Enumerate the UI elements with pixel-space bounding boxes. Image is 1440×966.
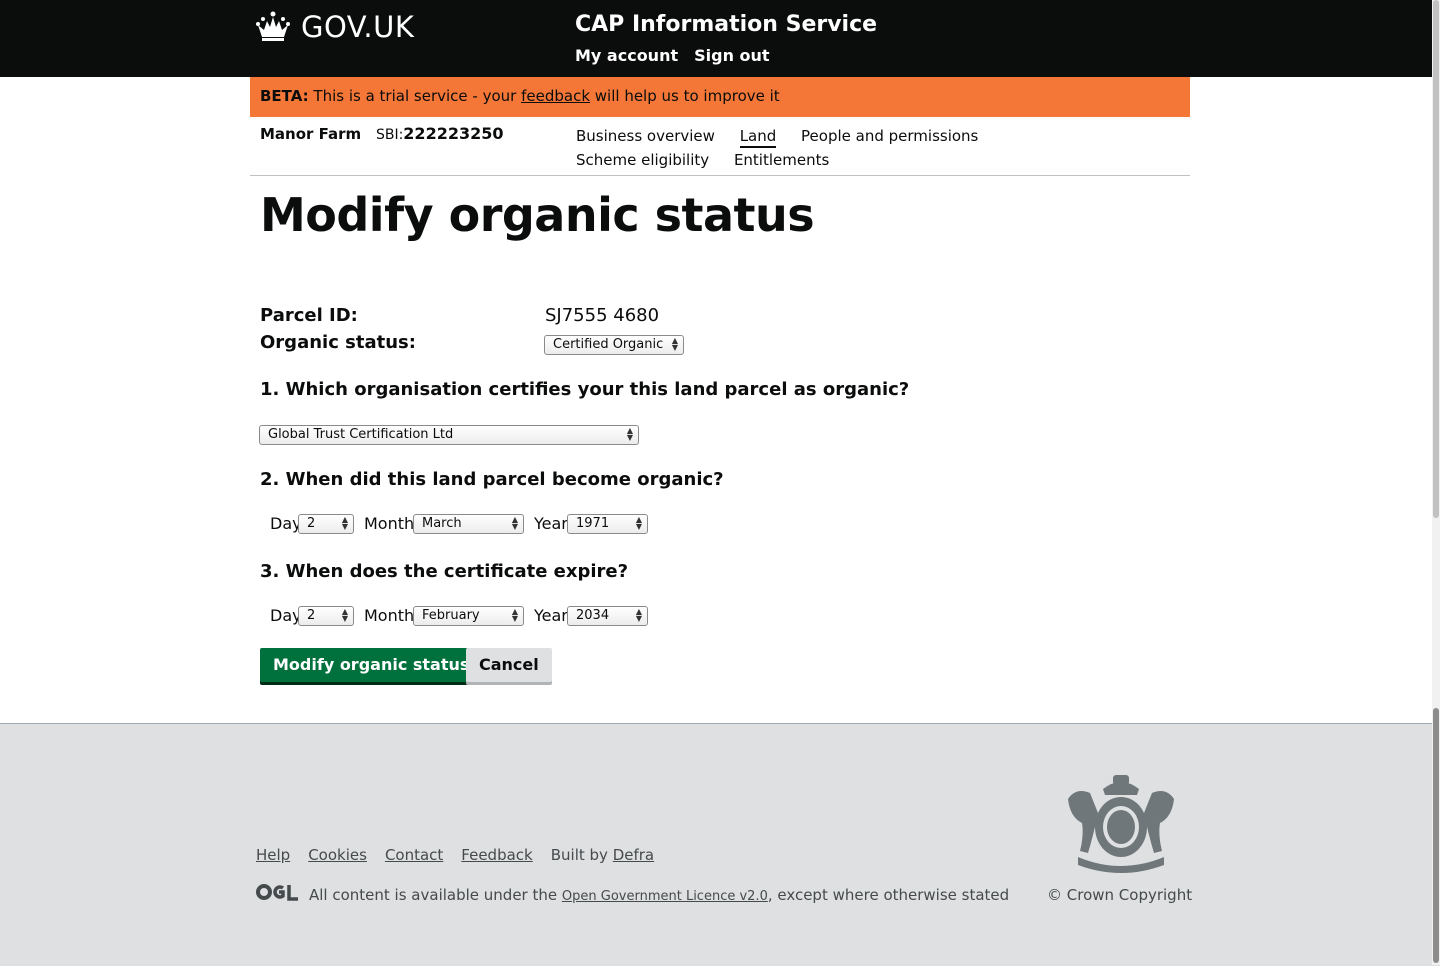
- crown-copyright-link[interactable]: © Crown Copyright: [1047, 886, 1192, 904]
- certifier-select[interactable]: Global Trust Certification Ltd ▲ ▼: [259, 425, 639, 445]
- beta-text-after: will help us to improve it: [594, 87, 780, 105]
- built-by: Built by Defra: [551, 846, 654, 864]
- royal-crest-icon: [1068, 775, 1174, 873]
- ogl-link[interactable]: Open Government Licence v2.0: [562, 889, 768, 904]
- header-nav: My account Sign out: [575, 46, 770, 65]
- select-arrows-icon: ▲ ▼: [341, 515, 348, 531]
- site-header: GOV.UK CAP Information Service My accoun…: [0, 0, 1440, 77]
- expiry-year-select[interactable]: 2034 ▲ ▼: [567, 606, 648, 626]
- sbi-number: 222223250: [403, 124, 504, 143]
- built-by-text: Built by: [550, 846, 608, 864]
- organic-status-label: Organic status:: [260, 332, 416, 353]
- scrollbar-thumb[interactable]: [1433, 0, 1439, 518]
- footer-link-cookies[interactable]: Cookies: [308, 846, 367, 864]
- start-day-select[interactable]: 2 ▲ ▼: [298, 514, 354, 534]
- select-arrows-icon: ▲ ▼: [341, 607, 348, 623]
- expiry-day-select[interactable]: 2 ▲ ▼: [298, 606, 354, 626]
- scrollbar-thumb-secondary[interactable]: [1433, 708, 1439, 963]
- business-name: Manor Farm: [260, 125, 362, 143]
- licence-text: All content is available under the Open …: [309, 886, 1009, 904]
- business-nav: Business overview Land People and permis…: [576, 124, 1136, 172]
- expiry-day-label: Day: [270, 606, 302, 625]
- organic-status-value: Certified Organic: [553, 337, 664, 352]
- crown-icon: [256, 11, 290, 41]
- cancel-button[interactable]: Cancel: [466, 648, 552, 682]
- business-info: Manor Farm SBI:222223250: [260, 124, 504, 143]
- select-arrows-icon: ▲ ▼: [511, 607, 518, 623]
- start-month-select[interactable]: March ▲ ▼: [413, 514, 524, 534]
- divider: [250, 175, 1190, 176]
- licence-before: All content is available under the: [309, 886, 558, 904]
- modify-organic-status-button[interactable]: Modify organic status: [260, 648, 483, 682]
- beta-text: This is a trial service - your: [313, 87, 517, 105]
- beta-tag: BETA:: [260, 87, 309, 105]
- select-arrows-icon: ▲ ▼: [671, 336, 678, 352]
- parcel-id-label: Parcel ID:: [260, 305, 358, 326]
- select-arrows-icon: ▲ ▼: [511, 515, 518, 531]
- expiry-year-value: 2034: [576, 608, 610, 623]
- start-year-select[interactable]: 1971 ▲ ▼: [567, 514, 648, 534]
- expiry-day-value: 2: [307, 608, 316, 623]
- start-year-label: Year: [534, 514, 568, 533]
- beta-banner: BETA: This is a trial service - your fee…: [250, 77, 1190, 117]
- sbi-label: SBI:: [375, 127, 404, 143]
- start-day-value: 2: [307, 516, 316, 531]
- feedback-link[interactable]: feedback: [521, 87, 590, 105]
- expiry-month-value: February: [422, 608, 480, 623]
- nav-entitlements[interactable]: Entitlements: [734, 148, 829, 172]
- ogl-logo-icon: [256, 884, 298, 901]
- parcel-id-value: SJ7555 4680: [545, 305, 660, 326]
- footer-link-help[interactable]: Help: [256, 846, 290, 864]
- licence-after: , except where otherwise stated: [767, 886, 1010, 904]
- select-arrows-icon: ▲ ▼: [635, 515, 642, 531]
- start-year-value: 1971: [576, 516, 610, 531]
- site-footer: Help Cookies Contact Feedback Built by D…: [0, 723, 1440, 966]
- sign-out-link[interactable]: Sign out: [694, 46, 769, 65]
- expiry-month-select[interactable]: February ▲ ▼: [413, 606, 524, 626]
- select-arrows-icon: ▲ ▼: [626, 426, 633, 442]
- logo-text: GOV.UK: [301, 10, 415, 44]
- question-3-label: 3. When does the certificate expire?: [260, 561, 629, 582]
- nav-scheme-eligibility[interactable]: Scheme eligibility: [576, 148, 709, 172]
- start-month-value: March: [422, 516, 462, 531]
- question-2-label: 2. When did this land parcel become orga…: [260, 469, 724, 490]
- footer-links: Help Cookies Contact Feedback Built by D…: [256, 846, 654, 864]
- start-day-label: Day: [270, 514, 302, 533]
- certifier-value: Global Trust Certification Ltd: [268, 427, 454, 442]
- my-account-link[interactable]: My account: [575, 46, 678, 65]
- organic-status-select[interactable]: Certified Organic ▲ ▼: [544, 335, 684, 355]
- service-name[interactable]: CAP Information Service: [575, 12, 877, 37]
- expiry-year-label: Year: [534, 606, 568, 625]
- select-arrows-icon: ▲ ▼: [635, 607, 642, 623]
- nav-people-permissions[interactable]: People and permissions: [801, 124, 978, 148]
- defra-link[interactable]: Defra: [613, 846, 654, 864]
- nav-land[interactable]: Land: [739, 127, 777, 148]
- footer-link-contact[interactable]: Contact: [385, 846, 443, 864]
- page-title: Modify organic status: [260, 188, 815, 242]
- nav-business-overview[interactable]: Business overview: [576, 124, 715, 148]
- expiry-month-label: Month: [364, 606, 415, 625]
- govuk-logo[interactable]: GOV.UK: [255, 10, 414, 44]
- footer-link-feedback[interactable]: Feedback: [461, 846, 532, 864]
- start-month-label: Month: [364, 514, 415, 533]
- question-1-label: 1. Which organisation certifies your thi…: [260, 379, 910, 400]
